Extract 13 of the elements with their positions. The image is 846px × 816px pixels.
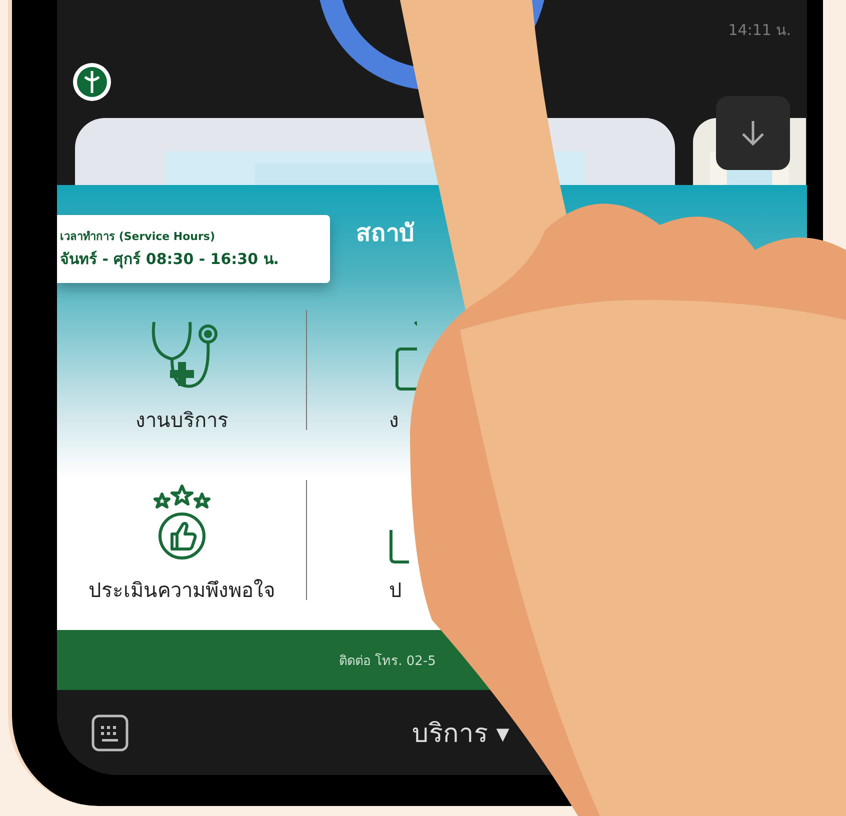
hours-label: เวลาทำการ (Service Hours) [60,229,216,245]
hours-value: จันทร์ - ศุกร์ 08:30 - 16:30 น. [60,249,280,270]
keyboard-icon[interactable] [90,712,130,752]
menu-item[interactable]: ง [389,404,399,436]
menu-toggle-button[interactable]: บริการ ▾ [412,712,510,753]
menu-title: สถาบั [356,218,414,249]
logo-icon [72,62,112,102]
download-button[interactable] [716,96,790,170]
menu-item[interactable]: ประเมินความพึงพอใจ [88,574,276,606]
menu-item[interactable]: ป [389,574,402,606]
menu-item[interactable]: งานบริการ [136,404,228,436]
message-time: 14:11 น. [728,20,791,41]
contact-text: ติดต่อ โทร. 02-5 [339,652,436,670]
